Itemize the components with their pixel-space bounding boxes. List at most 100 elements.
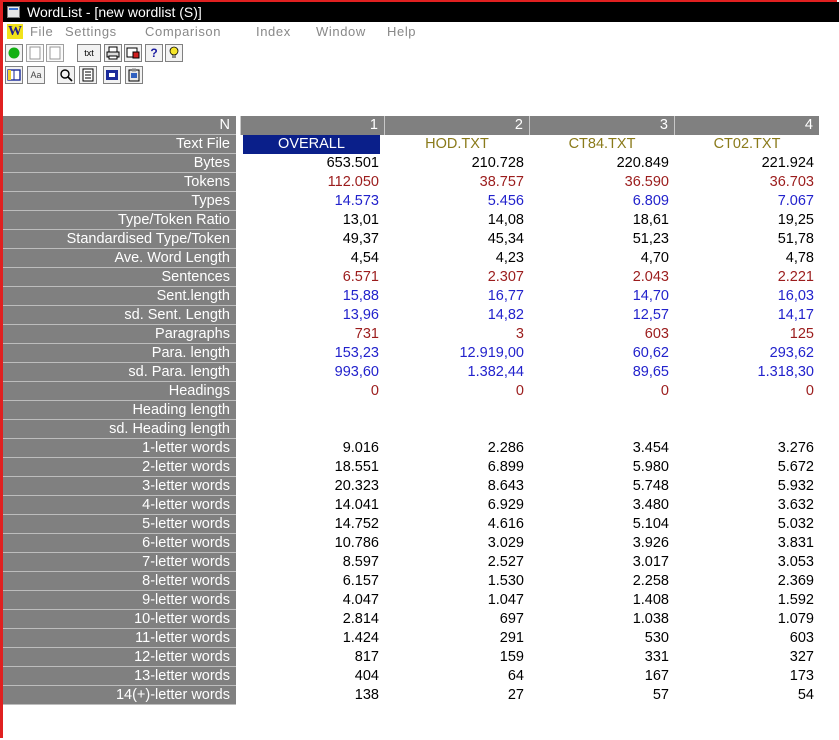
table-cell[interactable]: 49,37 <box>240 230 379 249</box>
table-cell[interactable]: 14.573 <box>240 192 379 211</box>
table-cell[interactable]: 16,77 <box>384 287 524 306</box>
row-header[interactable]: 9-letter words <box>3 591 236 610</box>
table-cell[interactable]: 1.592 <box>674 591 814 610</box>
row-header[interactable]: 5-letter words <box>3 515 236 534</box>
table-cell[interactable]: 0 <box>240 382 379 401</box>
table-cell[interactable]: 1.382,44 <box>384 363 524 382</box>
table-cell[interactable]: 45,34 <box>384 230 524 249</box>
table-cell[interactable]: 331 <box>529 648 669 667</box>
wordsmith-logo-icon[interactable]: W <box>7 24 23 39</box>
table-cell[interactable]: 36.590 <box>529 173 669 192</box>
frame-button[interactable] <box>103 66 121 84</box>
table-cell[interactable]: 404 <box>240 667 379 686</box>
selected-cell[interactable]: OVERALL <box>243 135 380 154</box>
row-header[interactable]: 7-letter words <box>3 553 236 572</box>
row-header[interactable]: 11-letter words <box>3 629 236 648</box>
table-cell[interactable]: 3.632 <box>674 496 814 515</box>
table-cell[interactable]: 6.571 <box>240 268 379 287</box>
table-cell[interactable]: 2.369 <box>674 572 814 591</box>
table-cell[interactable]: 1.424 <box>240 629 379 648</box>
title-bar[interactable]: WordList - [new wordlist (S)] <box>3 2 839 22</box>
menu-settings[interactable]: Settings <box>65 22 117 42</box>
table-cell[interactable] <box>674 401 814 420</box>
row-header[interactable]: sd. Para. length <box>3 363 236 382</box>
menu-index[interactable]: Index <box>256 22 291 42</box>
table-cell[interactable]: 5.980 <box>529 458 669 477</box>
table-cell[interactable]: 291 <box>384 629 524 648</box>
row-header[interactable]: 1-letter words <box>3 439 236 458</box>
row-header[interactable]: Text File <box>3 135 236 154</box>
table-cell[interactable]: 4,70 <box>529 249 669 268</box>
table-cell[interactable]: 112.050 <box>240 173 379 192</box>
row-header[interactable]: 10-letter words <box>3 610 236 629</box>
row-header[interactable]: Sentences <box>3 268 236 287</box>
table-cell[interactable]: 12,57 <box>529 306 669 325</box>
table-cell[interactable]: 57 <box>529 686 669 705</box>
table-cell[interactable]: 27 <box>384 686 524 705</box>
print-preview-button[interactable] <box>124 44 142 62</box>
table-cell[interactable]: 2.527 <box>384 553 524 572</box>
table-cell[interactable]: 1.047 <box>384 591 524 610</box>
row-header[interactable]: Standardised Type/Token <box>3 230 236 249</box>
table-cell[interactable]: 3.276 <box>674 439 814 458</box>
table-cell[interactable]: 6.929 <box>384 496 524 515</box>
table-cell[interactable]: CT84.TXT <box>529 135 675 154</box>
table-cell[interactable]: 4,78 <box>674 249 814 268</box>
table-cell[interactable]: 1.038 <box>529 610 669 629</box>
row-header[interactable]: Tokens <box>3 173 236 192</box>
table-cell[interactable]: 14,70 <box>529 287 669 306</box>
table-cell[interactable]: 6.899 <box>384 458 524 477</box>
table-cell[interactable]: 2.258 <box>529 572 669 591</box>
row-header[interactable]: 2-letter words <box>3 458 236 477</box>
table-cell[interactable]: 89,65 <box>529 363 669 382</box>
table-cell[interactable]: 6.157 <box>240 572 379 591</box>
table-cell[interactable]: 221.924 <box>674 154 814 173</box>
row-header[interactable]: Types <box>3 192 236 211</box>
table-cell[interactable] <box>529 420 669 439</box>
table-cell[interactable]: 14.041 <box>240 496 379 515</box>
table-cell[interactable]: 54 <box>674 686 814 705</box>
row-header[interactable]: 4-letter words <box>3 496 236 515</box>
table-cell[interactable]: 3 <box>384 325 524 344</box>
table-cell[interactable]: 3.029 <box>384 534 524 553</box>
column-header[interactable]: 4 <box>674 116 819 135</box>
table-cell[interactable]: 603 <box>674 629 814 648</box>
tip-button[interactable] <box>165 44 183 62</box>
table-cell[interactable]: 5.932 <box>674 477 814 496</box>
table-cell[interactable]: 14,17 <box>674 306 814 325</box>
table-cell[interactable]: 153,23 <box>240 344 379 363</box>
table-cell[interactable]: 4,54 <box>240 249 379 268</box>
table-cell[interactable]: 4.616 <box>384 515 524 534</box>
menu-window[interactable]: Window <box>316 22 366 42</box>
table-cell[interactable]: 60,62 <box>529 344 669 363</box>
row-header[interactable]: 13-letter words <box>3 667 236 686</box>
table-cell[interactable]: 5.748 <box>529 477 669 496</box>
table-cell[interactable]: 327 <box>674 648 814 667</box>
menu-file[interactable]: File <box>30 22 53 42</box>
row-header[interactable]: 12-letter words <box>3 648 236 667</box>
table-cell[interactable]: 10.786 <box>240 534 379 553</box>
table-cell[interactable]: 3.926 <box>529 534 669 553</box>
table-cell[interactable]: 2.814 <box>240 610 379 629</box>
table-cell[interactable]: 5.032 <box>674 515 814 534</box>
table-cell[interactable]: 1.530 <box>384 572 524 591</box>
row-header[interactable]: Heading length <box>3 401 236 420</box>
column-header[interactable]: 1 <box>240 116 384 135</box>
go-button[interactable] <box>5 44 23 62</box>
column-header[interactable]: 2 <box>384 116 529 135</box>
table-cell[interactable]: 64 <box>384 667 524 686</box>
open-button[interactable] <box>46 44 64 62</box>
table-cell[interactable]: 173 <box>674 667 814 686</box>
row-header[interactable]: Ave. Word Length <box>3 249 236 268</box>
row-header[interactable]: sd. Heading length <box>3 420 236 439</box>
table-cell[interactable]: CT02.TXT <box>674 135 820 154</box>
table-cell[interactable]: 15,88 <box>240 287 379 306</box>
table-cell[interactable]: 167 <box>529 667 669 686</box>
table-cell[interactable]: 293,62 <box>674 344 814 363</box>
table-cell[interactable]: 14.752 <box>240 515 379 534</box>
table-cell[interactable]: 2.221 <box>674 268 814 287</box>
table-cell[interactable]: 12.919,00 <box>384 344 524 363</box>
list-button[interactable] <box>79 66 97 84</box>
table-cell[interactable]: 7.067 <box>674 192 814 211</box>
table-cell[interactable]: 51,23 <box>529 230 669 249</box>
